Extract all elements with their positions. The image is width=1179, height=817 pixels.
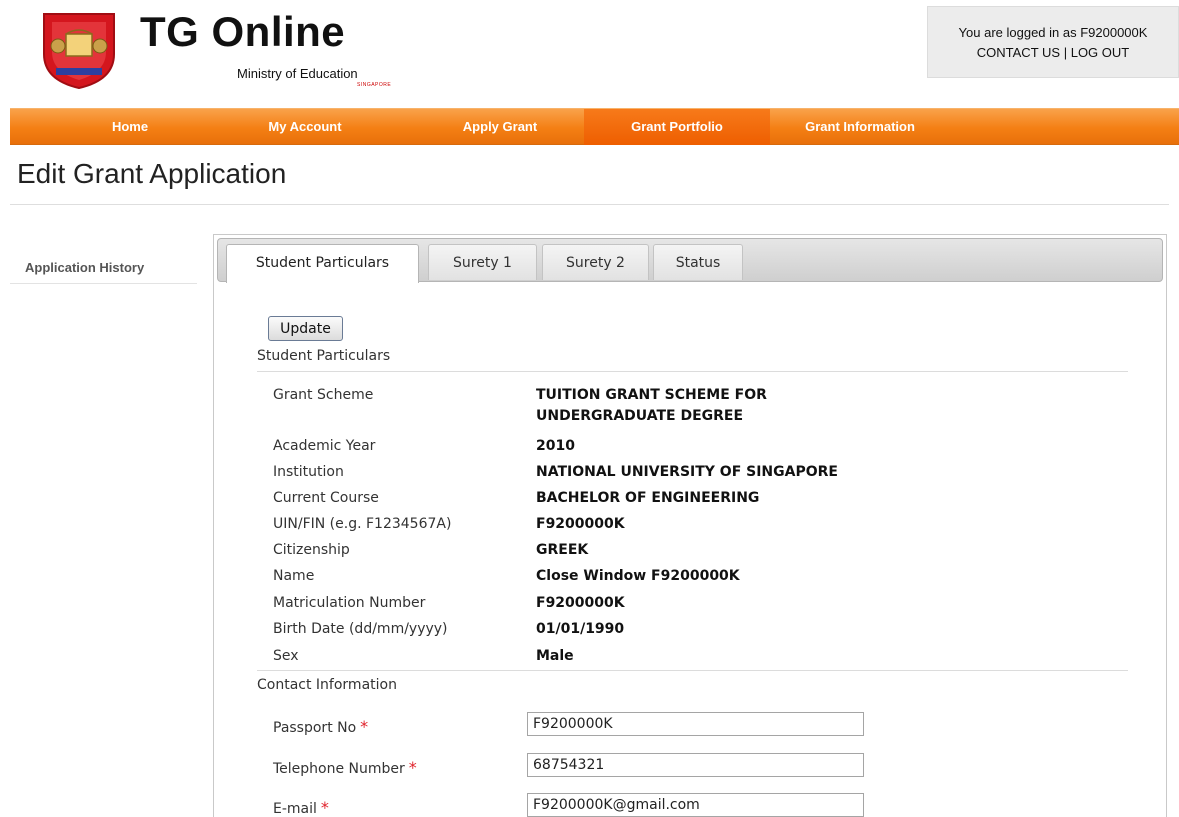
- required-mark: *: [320, 798, 329, 817]
- header: TG Online Ministry of Education SINGAPOR…: [0, 0, 1179, 105]
- matriculation-number-label: Matriculation Number: [273, 595, 426, 611]
- birth-date-value: 01/01/1990: [536, 621, 625, 637]
- brand-subtitle: Ministry of Education: [237, 66, 358, 81]
- tab-status[interactable]: Status: [653, 244, 743, 280]
- academic-year-value: 2010: [536, 438, 575, 454]
- passport-no-field[interactable]: [527, 712, 864, 736]
- uin-fin-value: F9200000K: [536, 516, 625, 532]
- email-label: E-mail *: [273, 798, 329, 817]
- tab-bar: Student Particulars Surety 1 Surety 2 St…: [217, 238, 1163, 283]
- tab-surety-2[interactable]: Surety 2: [542, 244, 649, 280]
- main-nav: Home My Account Apply Grant Grant Portfo…: [10, 108, 1179, 145]
- logout-link[interactable]: LOG OUT: [1071, 45, 1130, 60]
- uin-fin-label: UIN/FIN (e.g. F1234567A): [273, 516, 452, 532]
- nav-item-grant-information[interactable]: Grant Information: [785, 109, 935, 145]
- sex-label: Sex: [273, 648, 299, 664]
- grant-scheme-value: TUITION GRANT SCHEME FOR UNDERGRADUATE D…: [536, 385, 767, 427]
- birth-date-label: Birth Date (dd/mm/yyyy): [273, 621, 448, 637]
- nav-item-my-account[interactable]: My Account: [225, 109, 385, 145]
- tab-student-particulars[interactable]: Student Particulars: [226, 244, 419, 283]
- nav-item-grant-portfolio[interactable]: Grant Portfolio: [584, 109, 770, 145]
- institution-value: NATIONAL UNIVERSITY OF SINGAPORE: [536, 464, 838, 480]
- student-particulars-heading: Student Particulars: [257, 348, 391, 364]
- current-course-label: Current Course: [273, 490, 379, 506]
- nav-item-home[interactable]: Home: [70, 109, 190, 145]
- name-label: Name: [273, 568, 315, 584]
- passport-no-label-text: Passport No: [273, 720, 357, 736]
- login-status-text: You are logged in as F9200000K: [958, 25, 1148, 40]
- update-button[interactable]: Update: [268, 316, 343, 341]
- brand-country: SINGAPORE: [357, 82, 392, 88]
- contact-us-link[interactable]: CONTACT US: [977, 45, 1060, 60]
- title-divider: [10, 204, 1169, 205]
- moe-crest-logo: [43, 13, 115, 90]
- contact-information-heading: Contact Information: [257, 677, 397, 693]
- required-mark: *: [408, 758, 417, 777]
- sex-value: Male: [536, 648, 574, 664]
- academic-year-label: Academic Year: [273, 438, 376, 454]
- passport-no-label: Passport No *: [273, 717, 368, 736]
- citizenship-value: GREEK: [536, 542, 589, 558]
- link-separator: |: [1063, 45, 1068, 60]
- telephone-number-field[interactable]: [527, 753, 864, 777]
- login-status-box: You are logged in as F9200000K CONTACT U…: [927, 6, 1179, 78]
- citizenship-label: Citizenship: [273, 542, 350, 558]
- section-divider: [257, 670, 1128, 671]
- telephone-number-label: Telephone Number *: [273, 758, 417, 777]
- section-divider: [257, 371, 1128, 372]
- grant-scheme-value-line1: TUITION GRANT SCHEME FOR: [536, 387, 767, 403]
- telephone-number-label-text: Telephone Number: [273, 761, 405, 777]
- brand-title: TG Online: [140, 8, 346, 55]
- matriculation-number-value: F9200000K: [536, 595, 625, 611]
- grant-scheme-value-line2: UNDERGRADUATE DEGREE: [536, 408, 744, 424]
- email-field[interactable]: [527, 793, 864, 817]
- sidebar-divider: [10, 283, 197, 284]
- current-course-value: BACHELOR OF ENGINEERING: [536, 490, 760, 506]
- header-links: CONTACT US | LOG OUT: [928, 43, 1178, 63]
- required-mark: *: [360, 717, 369, 736]
- email-label-text: E-mail: [273, 801, 317, 817]
- nav-item-apply-grant[interactable]: Apply Grant: [415, 109, 585, 145]
- grant-scheme-label: Grant Scheme: [273, 387, 374, 403]
- page-title: Edit Grant Application: [17, 158, 287, 189]
- name-value: Close Window F9200000K: [536, 568, 740, 584]
- sidebar-item-application-history[interactable]: Application History: [25, 260, 144, 275]
- tab-surety-1[interactable]: Surety 1: [428, 244, 537, 280]
- institution-label: Institution: [273, 464, 344, 480]
